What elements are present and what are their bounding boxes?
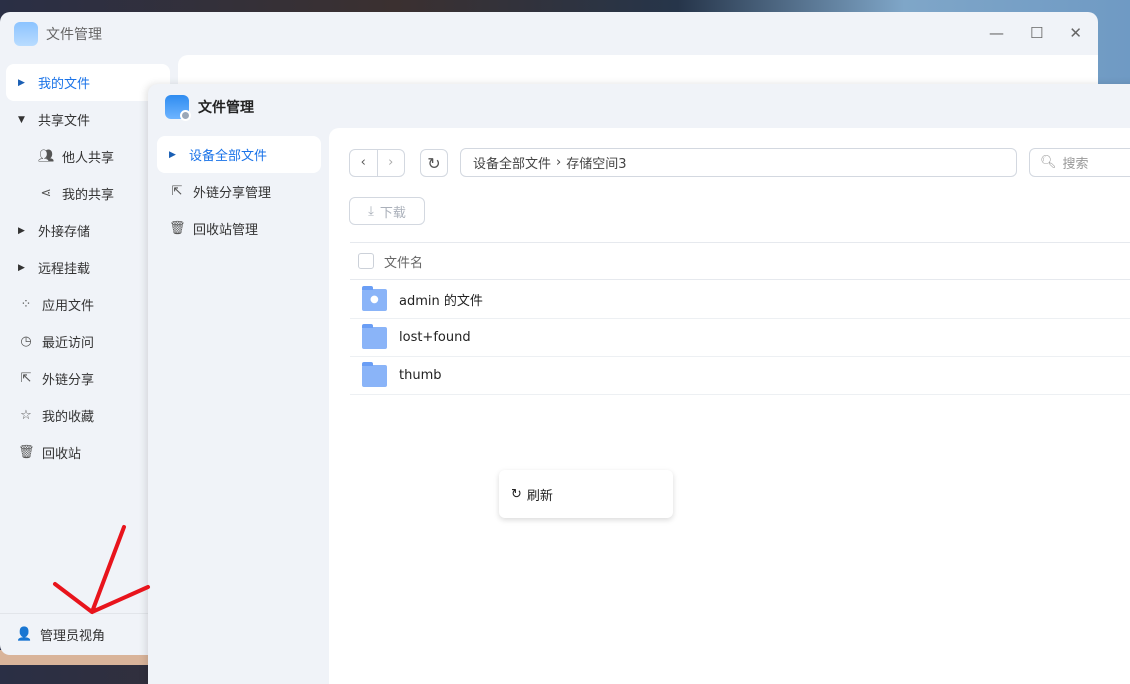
sidebar: ▶ 设备全部文件 ⇱ 外链分享管理 🗑︎ 回收站管理	[157, 136, 321, 247]
caret-down-icon: ▼	[18, 114, 25, 125]
sidebar-item-label: 远程挂载	[38, 262, 91, 277]
sidebar-item[interactable]: ⇱ 外链分享管理	[157, 173, 321, 210]
minimize-button[interactable]: —	[989, 24, 1004, 42]
forward-button[interactable]: ›	[376, 150, 405, 176]
file-row[interactable]: ● admin 的文件	[350, 281, 1130, 319]
share-icon: ⋖	[40, 186, 52, 201]
external-share-icon: ⇱	[20, 371, 32, 386]
folder-icon	[362, 361, 387, 387]
sidebar-item[interactable]: 🗑︎ 回收站	[6, 434, 170, 471]
column-header-name[interactable]: 文件名	[384, 252, 423, 271]
download-button[interactable]: ⤓ 下载	[349, 197, 425, 225]
sidebar-item[interactable]: ▶ 外接存储	[6, 212, 170, 249]
close-button[interactable]: ✕	[1069, 24, 1082, 42]
user-folder-icon: ●	[362, 285, 387, 311]
sidebar-item[interactable]: ⋖ 我的共享	[6, 175, 170, 212]
sidebar-item-label: 外链分享管理	[193, 186, 272, 201]
clock-icon: ◷	[20, 334, 32, 349]
breadcrumb[interactable]: 设备全部文件 › 存储空间3	[460, 148, 1017, 177]
users-icon: 👥︎	[38, 149, 55, 164]
select-all-checkbox[interactable]	[358, 253, 374, 269]
sidebar-item-label: 应用文件	[42, 299, 95, 314]
external-share-icon: ⇱	[171, 184, 183, 199]
trash-icon: 🗑︎	[18, 445, 35, 460]
admin-view-button[interactable]: 👤 管理员视角	[0, 613, 170, 655]
sidebar-item[interactable]: 👥︎ 他人共享	[6, 138, 170, 175]
download-label: 下载	[379, 205, 406, 221]
sidebar-item-label: 他人共享	[62, 151, 115, 166]
chevron-right-icon: ›	[556, 155, 562, 170]
sidebar-item[interactable]: ◷ 最近访问	[6, 323, 170, 360]
title-text: 文件管理	[46, 27, 102, 43]
window-controls: — ☐ ✕	[989, 24, 1082, 42]
caret-right-icon: ▶	[169, 149, 176, 160]
breadcrumb-item[interactable]: 存储空间3	[566, 153, 626, 172]
file-name: admin 的文件	[399, 294, 483, 309]
caret-right-icon: ▶	[18, 77, 25, 88]
window-title: 文件管理	[165, 95, 254, 121]
file-row[interactable]: thumb	[350, 357, 1130, 395]
search-input[interactable]: 🔍︎ 搜索	[1029, 148, 1130, 177]
table-header: 文件名	[350, 242, 1130, 280]
sidebar-item[interactable]: ▶ 远程挂载	[6, 249, 170, 286]
sidebar-item-label: 回收站管理	[193, 223, 259, 238]
sidebar-item-label: 共享文件	[38, 114, 91, 129]
sidebar-item-label: 外接存储	[38, 225, 91, 240]
caret-right-icon: ▶	[18, 225, 25, 236]
app-icon	[14, 22, 38, 46]
breadcrumb-item[interactable]: 设备全部文件	[473, 153, 551, 172]
sidebar: ▶ 我的文件 ▼ 共享文件 👥︎ 他人共享 ⋖ 我的共享 ▶ 外接存储 ▶ 远程挂载 ⁘ 应用文件 ◷ 最近访…	[6, 64, 170, 471]
window-title: 文件管理	[14, 22, 102, 46]
sidebar-item[interactable]: ⁘ 应用文件	[6, 286, 170, 323]
sidebar-item-label: 我的文件	[38, 77, 91, 92]
sidebar-item[interactable]: ▶ 设备全部文件	[157, 136, 321, 173]
sidebar-item-label: 外链分享	[42, 373, 95, 388]
folder-icon	[362, 323, 387, 349]
nav-buttons: ‹ ›	[349, 149, 405, 177]
sidebar-item-label: 设备全部文件	[189, 149, 268, 164]
caret-right-icon: ▶	[18, 262, 25, 273]
admin-view-label: 管理员视角	[40, 629, 106, 644]
trash-icon: 🗑︎	[169, 221, 186, 236]
search-icon: 🔍︎	[1040, 155, 1057, 170]
apps-icon: ⁘	[20, 297, 32, 312]
context-menu: ↻ 刷新	[499, 470, 673, 518]
front-window: 文件管理 ▶ 设备全部文件 ⇱ 外链分享管理 🗑︎ 回收站管理 ‹ › ↻ 设备全部文件 › 存…	[148, 84, 1130, 684]
sidebar-item[interactable]: ⇱ 外链分享	[6, 360, 170, 397]
maximize-button[interactable]: ☐	[1030, 24, 1043, 42]
sidebar-item-label: 我的共享	[62, 188, 115, 203]
sidebar-item[interactable]: ▶ 我的文件	[6, 64, 170, 101]
sidebar-item[interactable]: ▼ 共享文件	[6, 101, 170, 138]
admin-icon: 👤	[16, 627, 33, 642]
file-row[interactable]: lost+found	[350, 319, 1130, 357]
file-name: lost+found	[399, 330, 471, 345]
download-icon: ⤓	[368, 203, 374, 219]
search-placeholder: 搜索	[1062, 157, 1089, 172]
refresh-icon: ↻	[511, 486, 522, 502]
refresh-button[interactable]: ↻	[420, 149, 448, 177]
file-name: thumb	[399, 368, 442, 383]
back-button[interactable]: ‹	[350, 150, 377, 176]
title-text: 文件管理	[198, 100, 254, 116]
sidebar-item[interactable]: 🗑︎ 回收站管理	[157, 210, 321, 247]
context-menu-refresh[interactable]: 刷新	[527, 485, 553, 504]
sidebar-item-label: 我的收藏	[42, 410, 95, 425]
sidebar-item-label: 回收站	[42, 447, 82, 462]
file-panel: ‹ › ↻ 设备全部文件 › 存储空间3 🔍︎ 搜索 ⤓ 下载 文件名 ● admin 的文…	[329, 128, 1130, 684]
app-icon	[165, 95, 191, 121]
star-icon: ☆	[20, 408, 32, 423]
sidebar-item-label: 最近访问	[42, 336, 95, 351]
refresh-icon: ↻	[427, 153, 441, 173]
sidebar-item[interactable]: ☆ 我的收藏	[6, 397, 170, 434]
